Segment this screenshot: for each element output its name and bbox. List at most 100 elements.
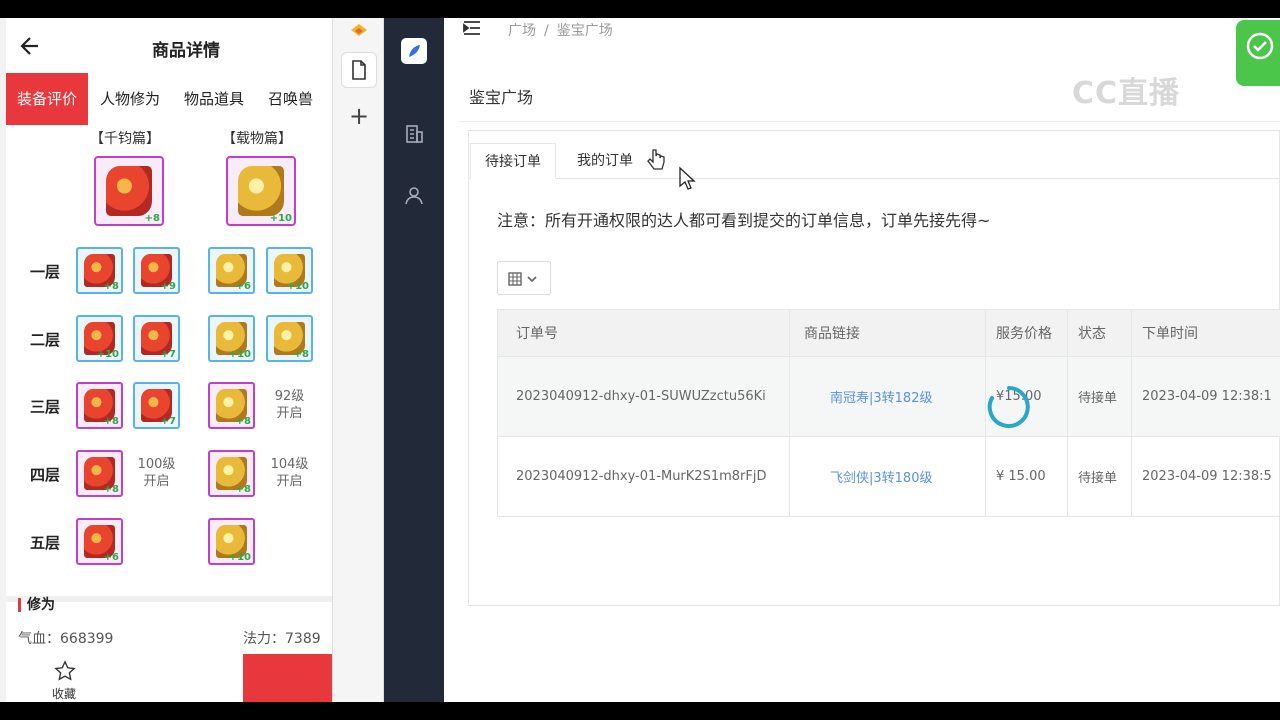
tab-summon-beast[interactable]: 召唤兽	[256, 73, 325, 125]
admin-topbar: 广场 / 鉴宝广场	[444, 18, 1280, 42]
section-heads: 【千钧篇】 【载物篇】	[6, 128, 332, 150]
document-icon	[352, 60, 366, 80]
star-icon[interactable]	[54, 660, 76, 682]
hp-stat: 气血：668399	[18, 631, 114, 647]
favorite-label[interactable]: 收藏	[52, 685, 76, 702]
equipment-slot[interactable]: +6	[76, 518, 123, 565]
user-icon[interactable]	[401, 183, 427, 209]
add-icon[interactable]: +	[347, 104, 371, 128]
app-logo-icon	[351, 24, 367, 36]
table-row[interactable]: 2023040912-dhxy-01-SUWUZzctu56Ki 南冠寿|3转1…	[498, 356, 1280, 436]
admin-sidebar	[384, 18, 444, 702]
table-row[interactable]: 2023040912-dhxy-01-MurK2S1m8rFjD 飞剑侠|3转1…	[498, 436, 1280, 516]
feather-logo-icon	[409, 45, 420, 57]
success-badge	[1236, 20, 1280, 86]
enhance-level: +7	[160, 416, 176, 427]
enhance-level: +7	[160, 349, 176, 360]
admin-logo[interactable]	[401, 38, 427, 64]
section-zaiwu: 【载物篇】	[222, 131, 292, 147]
enhance-level: +8	[235, 484, 251, 495]
locked-slot: 104级 开启	[266, 456, 313, 490]
product-link[interactable]: 南冠寿|3转182级	[830, 387, 932, 406]
enhance-level: +9	[160, 281, 176, 292]
status: 待接单	[1068, 357, 1132, 436]
tool-strip: +	[332, 18, 384, 702]
equipment-slot[interactable]: +8	[76, 247, 123, 294]
title-divider	[458, 121, 1280, 122]
building-icon[interactable]	[401, 121, 427, 147]
enhance-level: +8	[103, 484, 119, 495]
equipment-slot[interactable]: +10	[76, 315, 123, 362]
enhance-level: +10	[96, 349, 119, 360]
equipment-slot[interactable]: +6	[208, 247, 255, 294]
status: 待接单	[1068, 437, 1132, 516]
equipment-slot[interactable]: +8	[266, 315, 313, 362]
enhance-level: +10	[286, 281, 309, 292]
grid-columns-icon	[508, 272, 537, 286]
tab-pending-orders[interactable]: 待接订单	[470, 143, 556, 179]
equipment-slot[interactable]: +8	[208, 450, 255, 497]
equipment-slot[interactable]: +9	[133, 247, 180, 294]
header-order-no: 订单号	[498, 310, 790, 356]
equipment-item-icon	[105, 165, 153, 217]
enhance-level: +10	[228, 552, 251, 563]
enhance-level: +6	[103, 552, 119, 563]
table-header: 订单号 商品链接 服务价格 状态 下单时间	[498, 310, 1280, 356]
admin-content: 广场 / 鉴宝广场 CC直播 鉴宝广场 待接订单 我的订单 注意：所有开通权限的达人…	[444, 18, 1280, 702]
layer-label: 四层	[30, 466, 61, 484]
screen-frame: 商品详情 装备评价 人物修为 物品道具 召唤兽 【千钧篇】 【载物篇】 +8 +1…	[0, 18, 1280, 702]
locked-text: 100级	[137, 457, 176, 472]
breadcrumb-plaza[interactable]: 广场	[508, 23, 536, 39]
main-equipment-slot[interactable]: +8	[94, 156, 164, 226]
bottom-bar: 收藏	[6, 654, 332, 702]
tab-my-orders[interactable]: 我的订单	[563, 143, 647, 179]
equipment-slot[interactable]: +10	[208, 518, 255, 565]
header-product-link: 商品链接	[790, 310, 986, 356]
product-link[interactable]: 飞剑侠|3转180级	[830, 467, 932, 486]
equipment-slot[interactable]: +10	[266, 247, 313, 294]
locked-text: 开启	[276, 406, 303, 421]
orders-table: 订单号 商品链接 服务价格 状态 下单时间 2023040912-dhxy-01…	[497, 309, 1280, 517]
order-time: 2023-04-09 12:38:5	[1142, 469, 1272, 484]
watermark: CC直播	[1072, 76, 1181, 111]
layer-label: 三层	[30, 398, 61, 416]
phone-title: 商品详情	[152, 41, 220, 61]
buy-button[interactable]	[243, 654, 332, 702]
mp-stat: 法力：7389	[243, 631, 321, 647]
tab-equipment-review[interactable]: 装备评价	[6, 73, 89, 125]
layer-label: 二层	[30, 331, 61, 349]
equipment-slot[interactable]: +7	[133, 382, 180, 429]
order-time: 2023-04-09 12:38:1	[1142, 389, 1272, 404]
enhance-level: +8	[103, 281, 119, 292]
phone-panel: 商品详情 装备评价 人物修为 物品道具 召唤兽 【千钧篇】 【载物篇】 +8 +1…	[6, 18, 332, 702]
layer-label: 五层	[30, 534, 61, 552]
orders-card: 待接订单 我的订单 注意：所有开通权限的达人都可看到提交的订单信息，订单先接先得…	[468, 130, 1280, 606]
price: ¥ 15.00	[986, 437, 1068, 516]
cultivation-heading: 修为	[18, 598, 55, 612]
hand-cursor-icon	[647, 149, 665, 170]
check-icon	[1246, 32, 1274, 60]
tab-items[interactable]: 物品道具	[172, 73, 256, 125]
product-link-cell: 飞剑侠|3转180级	[790, 437, 986, 516]
tab-character-cultivation[interactable]: 人物修为	[88, 73, 172, 125]
page-title: 鉴宝广场	[469, 88, 534, 107]
phone-header: 商品详情	[6, 18, 332, 73]
enhance-level: +8	[144, 213, 160, 224]
menu-toggle-icon[interactable]	[462, 20, 482, 36]
order-no: 2023040912-dhxy-01-MurK2S1m8rFjD	[498, 437, 790, 516]
equipment-slot[interactable]: +8	[208, 382, 255, 429]
document-button[interactable]	[341, 52, 377, 88]
arrow-cursor-icon	[679, 166, 696, 190]
equipment-slot[interactable]: +7	[133, 315, 180, 362]
equipment-slot[interactable]: +8	[76, 382, 123, 429]
enhance-level: +8	[293, 349, 309, 360]
phone-tabs: 装备评价 人物修为 物品道具 召唤兽	[6, 73, 332, 125]
equipment-slot[interactable]: +10	[208, 315, 255, 362]
column-filter-button[interactable]	[497, 261, 551, 295]
product-link-cell: 南冠寿|3转182级	[790, 357, 986, 436]
header-status: 状态	[1068, 310, 1132, 356]
equipment-slot[interactable]: +8	[76, 450, 123, 497]
enhance-level: +8	[235, 416, 251, 427]
main-equipment-slot[interactable]: +10	[226, 156, 296, 226]
breadcrumb-current: 鉴宝广场	[556, 23, 613, 39]
